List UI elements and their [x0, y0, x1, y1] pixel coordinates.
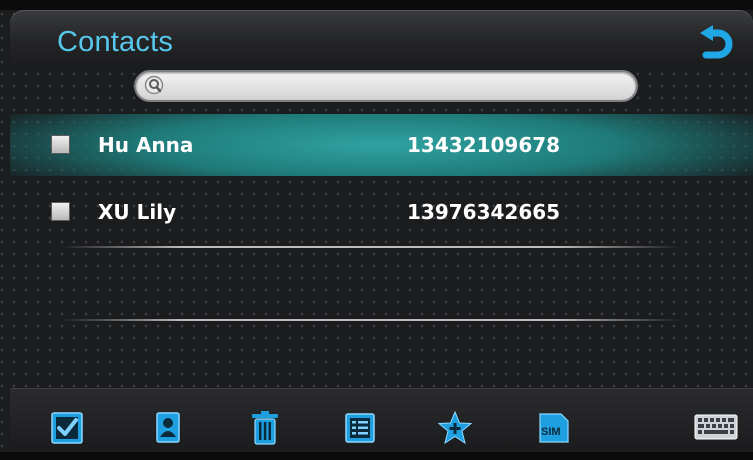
contact-checkbox[interactable] [51, 202, 70, 221]
contact-row-xu-lily[interactable]: XU Lily 13976342665 [10, 181, 753, 243]
list-divider [60, 319, 680, 321]
favorite-button[interactable] [437, 410, 473, 445]
check-all-icon [51, 412, 83, 444]
sim-card-button[interactable]: SIM [537, 411, 571, 445]
contacts-screen: Contacts Hu Anna 13432109678 XU Lily 139… [0, 0, 753, 460]
contact-detail-button[interactable] [151, 411, 185, 445]
contact-row-hu-anna[interactable]: Hu Anna 13432109678 [10, 114, 753, 176]
top-frame [0, 0, 753, 10]
bottom-toolbar: SIM [10, 388, 753, 453]
title-bar: Contacts [10, 10, 753, 64]
delete-button[interactable] [248, 411, 282, 445]
bottom-frame [0, 452, 753, 460]
contact-name: Hu Anna [98, 133, 194, 157]
favorite-star-icon [437, 410, 473, 445]
details-list-button[interactable] [343, 411, 377, 445]
list-divider [60, 246, 680, 248]
contact-phone: 13432109678 [407, 133, 561, 157]
contact-checkbox[interactable] [51, 135, 70, 154]
back-arrow-icon [700, 25, 733, 59]
contact-name: XU Lily [98, 200, 177, 224]
page-title: Contacts [57, 26, 174, 58]
list-icon [345, 413, 375, 443]
contact-phone: 13976342665 [407, 200, 561, 224]
back-button[interactable] [694, 24, 736, 64]
keyboard-icon [694, 414, 738, 440]
trash-icon [252, 411, 278, 445]
sim-card-label: SIM [541, 426, 561, 438]
search-input[interactable] [134, 70, 638, 102]
select-all-button[interactable] [50, 411, 84, 445]
contact-card-icon [156, 412, 180, 443]
keyboard-button[interactable] [694, 411, 738, 445]
search-icon [144, 75, 164, 95]
